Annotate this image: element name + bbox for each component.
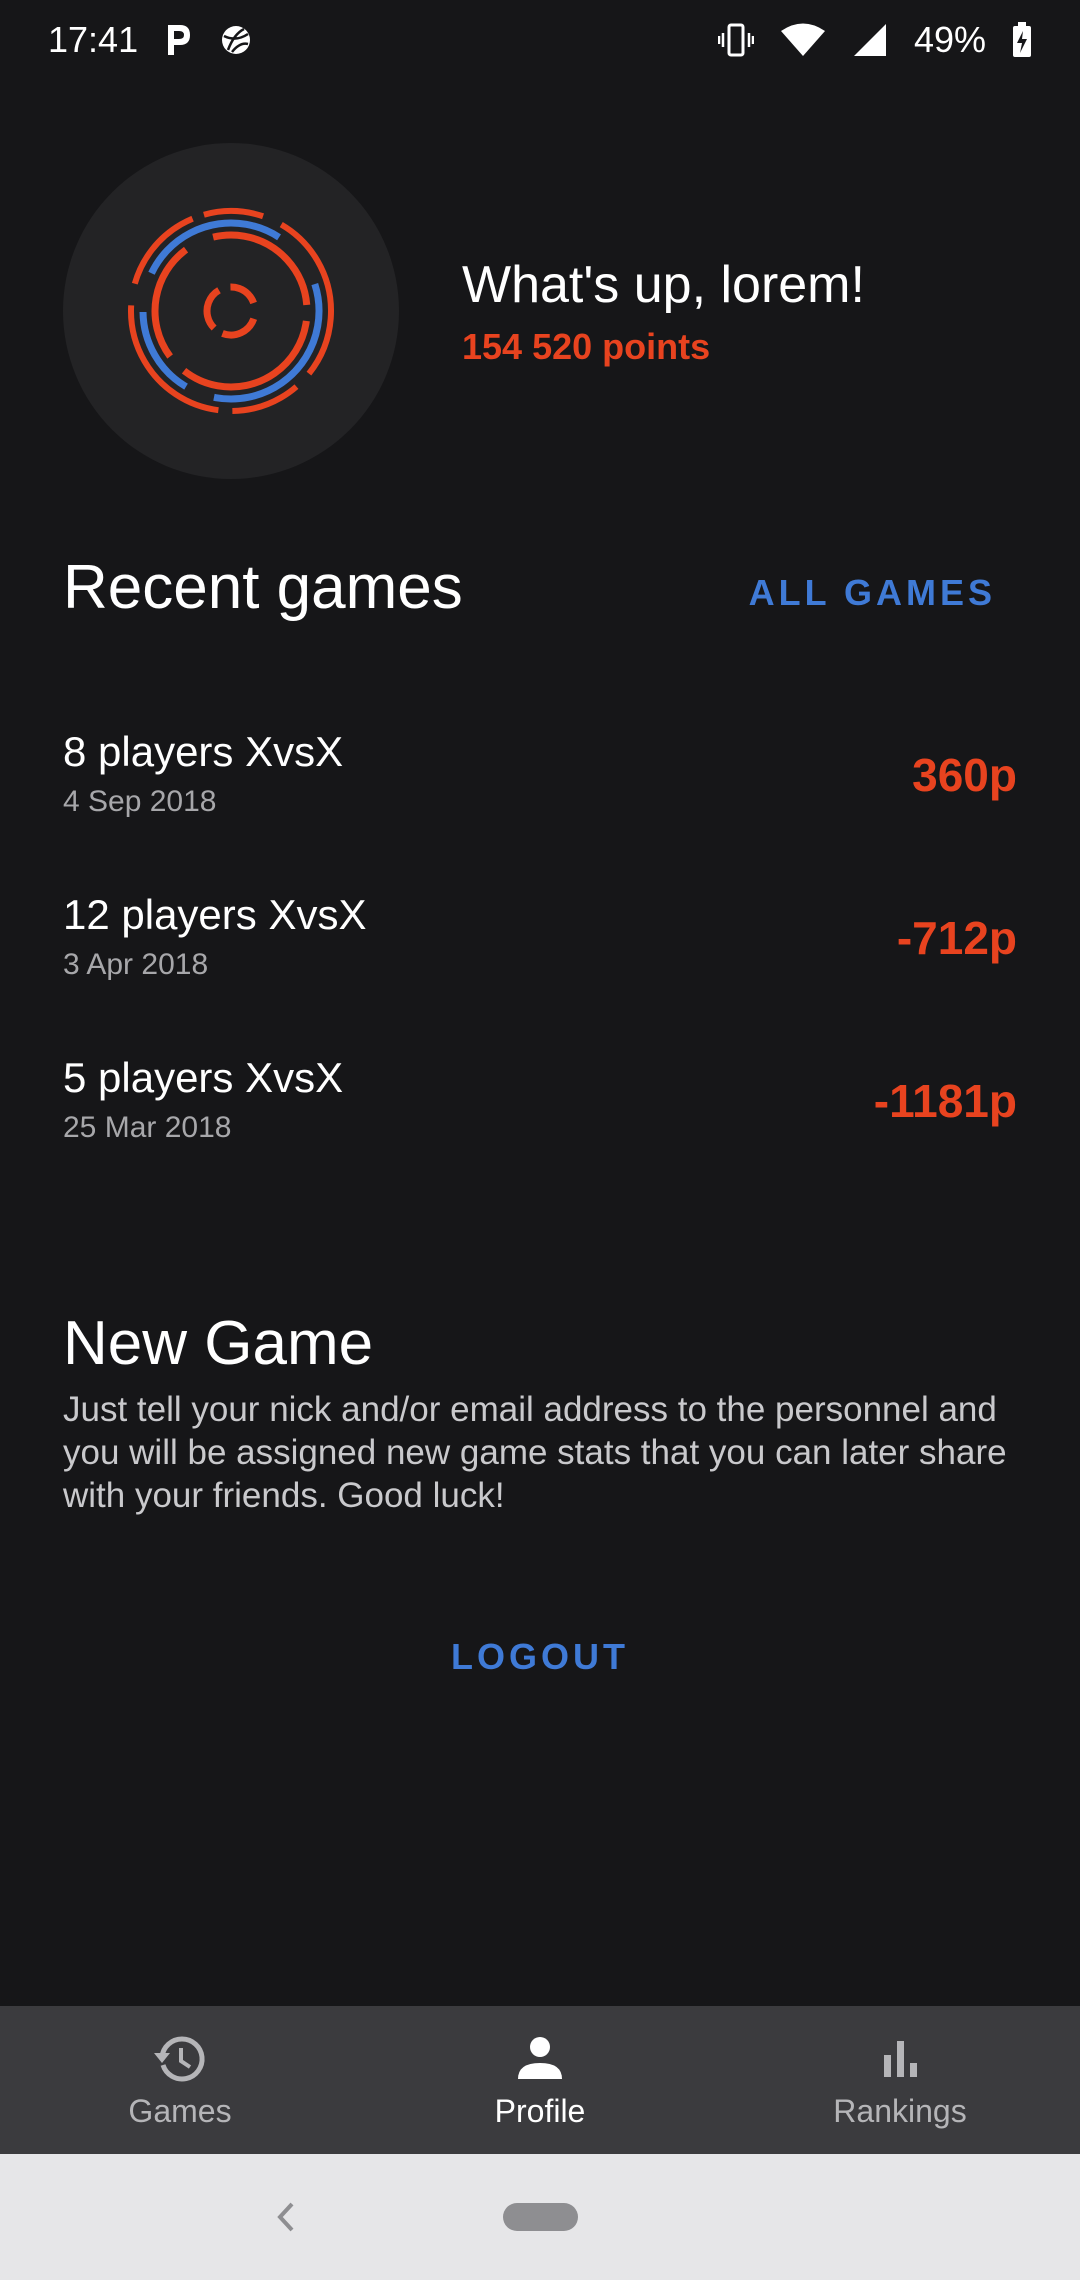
concentric-rings-logo [127,208,334,414]
new-game-description: Just tell your nick and/or email address… [63,1390,1007,1515]
game-date: 25 Mar 2018 [63,1111,232,1144]
history-icon [154,2035,205,2081]
vibrate-icon [717,22,754,58]
nav-item-games[interactable]: Games [0,2006,360,2154]
bar-chart-icon [884,2040,917,2077]
p-app-icon [164,23,194,57]
battery-percent: 49% [913,19,986,60]
game-row[interactable]: 8 players XvsX 4 Sep 2018 360p [0,700,1080,863]
game-title: 5 players XvsX [63,1054,344,1101]
basketball-icon [220,24,252,56]
recent-games-title: Recent games [63,553,463,622]
game-title: 8 players XvsX [63,728,344,775]
nav-label-profile: Profile [494,2092,586,2129]
game-date: 4 Sep 2018 [63,785,217,818]
recent-games-list: 8 players XvsX 4 Sep 2018 360p 12 player… [0,700,1080,1189]
status-left: 17:41 [48,19,252,61]
game-row[interactable]: 12 players XvsX 3 Apr 2018 -712p [0,863,1080,1026]
game-title: 12 players XvsX [63,891,367,938]
game-score: -1181p [873,1075,1017,1127]
logout-button[interactable]: LOGOUT [0,1636,1080,1678]
nav-label-rankings: Rankings [833,2092,967,2129]
all-games-button[interactable]: ALL GAMES [749,572,996,614]
game-score: 360p [912,749,1017,801]
person-icon [518,2036,562,2079]
new-game-title: New Game [63,1309,374,1378]
nav-label-games: Games [128,2092,232,2129]
greeting-text: What's up, lorem! [462,256,865,314]
avatar [63,143,399,479]
game-score: -712p [896,912,1017,964]
profile-screen: 17:41 49% What's up, lorem! 154 520 poin… [0,0,1080,2280]
back-chevron-icon[interactable] [270,2192,300,2242]
bottom-navigation: Games Profile Rankings [0,2006,1080,2154]
battery-charging-icon [1012,22,1032,58]
nav-item-rankings[interactable]: Rankings [720,2006,1080,2154]
status-bar: 17:41 49% [0,0,1080,80]
wifi-icon [780,22,826,58]
game-date: 3 Apr 2018 [63,948,209,981]
home-pill[interactable] [503,2203,578,2231]
nav-item-profile[interactable]: Profile [360,2006,720,2154]
points-total: 154 520 points [462,326,711,367]
status-right: 49% [717,19,1032,61]
signal-icon [852,22,888,58]
game-row[interactable]: 5 players XvsX 25 Mar 2018 -1181p [0,1026,1080,1189]
status-time: 17:41 [48,19,139,60]
